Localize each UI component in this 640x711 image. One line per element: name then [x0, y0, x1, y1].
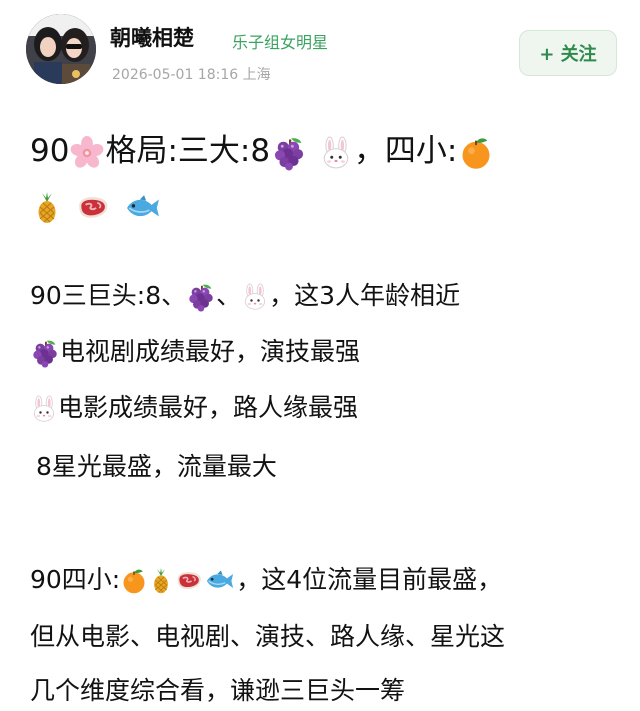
- fish-icon: [123, 191, 163, 225]
- orange-icon: [120, 567, 148, 595]
- fish-icon: [204, 567, 236, 595]
- text: 但从电影、电视剧、演技、路人缘、星光这: [30, 622, 506, 651]
- post-line-8: 但从电影、电视剧、演技、路人缘、星光这: [30, 619, 505, 655]
- rabbit-face-icon: [30, 395, 58, 423]
- post-line-9: 几个维度综合看，谦逊三巨头一筹: [30, 673, 405, 709]
- text: 90三巨头:8、: [30, 281, 187, 310]
- pineapple-icon: [148, 566, 174, 596]
- post-line-2: [30, 186, 164, 226]
- avatar-image: [26, 14, 96, 84]
- post-header: 朝曦相楚 乐子组女明星 2026-05-01 18:16 上海 + 关注: [0, 0, 640, 100]
- text: ，四小:: [353, 133, 458, 169]
- text: ，这4位流量目前最盛，: [236, 565, 503, 594]
- post-line-7: 90四小: ，这4位流量目前最盛，: [30, 562, 502, 598]
- pineapple-icon: [31, 190, 63, 226]
- author-tag[interactable]: 乐子组女明星: [232, 29, 328, 53]
- text: 电视剧成绩最好，演技最强: [60, 337, 361, 366]
- orange-icon: [458, 135, 494, 171]
- post-timestamp-location: 2026-05-01 18:16 上海: [112, 67, 271, 83]
- text: 8星光最盛，流量最大: [36, 452, 277, 481]
- post-line-1: 90 格局:三大:8 ，四小:: [30, 131, 495, 171]
- text: 90四小:: [30, 565, 121, 594]
- text: 90: [30, 133, 70, 169]
- grape-icon: [271, 135, 307, 171]
- meat-icon: [75, 191, 111, 225]
- post-line-4: 电视剧成绩最好，演技最强: [30, 334, 360, 370]
- cherry-blossom-icon: [70, 136, 104, 170]
- grape-icon: [186, 282, 216, 312]
- text: ，这3人年龄相近: [269, 281, 461, 310]
- post-line-5: 电影成绩最好，路人缘最强: [30, 390, 358, 426]
- grape-icon: [30, 338, 60, 368]
- rabbit-face-icon: [241, 283, 269, 311]
- post-line-3: 90三巨头:8、、 ，这3人年龄相近: [30, 278, 460, 314]
- rabbit-face-icon: [319, 136, 353, 170]
- text: 几个维度综合看，谦逊三巨头一筹: [30, 676, 406, 705]
- avatar[interactable]: [26, 14, 96, 84]
- meat-icon: [174, 567, 204, 595]
- text: 格局:三大:8: [105, 133, 271, 169]
- author-name[interactable]: 朝曦相楚: [110, 22, 194, 52]
- post-line-6: 8星光最盛，流量最大: [36, 449, 277, 485]
- text: 电影成绩最好，路人缘最强: [58, 393, 359, 422]
- text: 、: [216, 281, 242, 310]
- follow-button[interactable]: + 关注: [519, 30, 617, 76]
